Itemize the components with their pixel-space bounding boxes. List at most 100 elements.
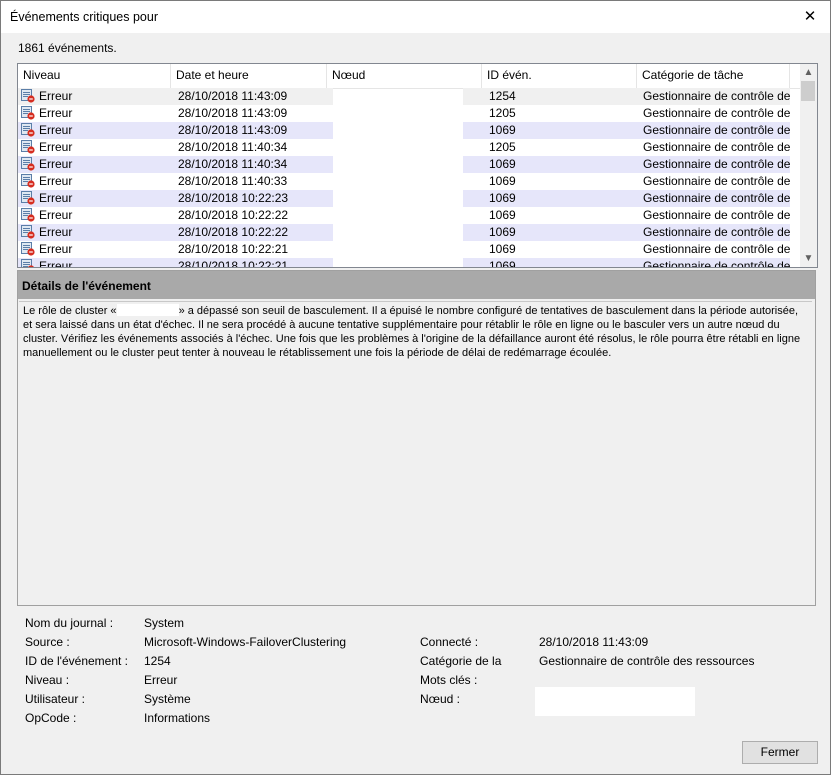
task-category-label: Catégorie de la	[420, 654, 502, 668]
cell-node	[328, 105, 483, 122]
cell-task-category: Gestionnaire de contrôle de...	[643, 157, 790, 171]
event-details-panel: Détails de l'événement Le rôle de cluste…	[17, 270, 816, 606]
logged-value: 28/10/2018 11:43:09	[539, 635, 649, 649]
details-text-before: Le rôle de cluster «	[23, 305, 117, 317]
scroll-down-arrow-icon[interactable]: ▼	[800, 250, 817, 267]
column-header-node[interactable]: Nœud	[327, 64, 482, 88]
table-row[interactable]: Erreur 28/10/2018 11:40:33 1069 Gestionnair…	[18, 173, 790, 190]
cell-task-category: Gestionnaire de contrôle de...	[643, 106, 790, 120]
scroll-up-arrow-icon[interactable]: ▲	[800, 64, 817, 81]
cell-task-category: Gestionnaire de contrôle de...	[643, 89, 790, 103]
scroll-thumb[interactable]	[801, 81, 815, 101]
column-header-event-id[interactable]: ID évén.	[482, 64, 637, 88]
log-name-value: System	[144, 616, 185, 630]
task-category-value: Gestionnaire de contrôle des ressources	[539, 654, 755, 668]
cell-node	[328, 190, 483, 207]
cell-event-id: 1069	[489, 208, 516, 222]
column-header-task-category[interactable]: Catégorie de tâche	[637, 64, 790, 88]
cell-level: Erreur	[39, 259, 73, 268]
cell-date: 28/10/2018 10:22:21	[178, 242, 289, 256]
cell-event-id: 1205	[489, 140, 516, 154]
table-row[interactable]: Erreur 28/10/2018 11:40:34 1069 Gestionnair…	[18, 156, 790, 173]
cell-task-category: Gestionnaire de contrôle de...	[643, 123, 790, 137]
details-title: Détails de l'événement	[18, 271, 815, 299]
cell-task-category: Gestionnaire de contrôle de...	[643, 208, 790, 222]
event-id-value: 1254	[144, 654, 171, 668]
table-row[interactable]: Erreur 28/10/2018 10:22:22 1069 Gestionnair…	[18, 224, 790, 241]
redacted-role-name	[116, 304, 179, 316]
redacted-node-value	[535, 687, 695, 716]
cell-event-id: 1069	[489, 174, 516, 188]
source-value: Microsoft-Windows-FailoverClustering	[144, 635, 347, 649]
user-value: Système	[144, 692, 191, 706]
table-row[interactable]: Erreur 28/10/2018 10:22:21 1069 Gestionnair…	[18, 241, 790, 258]
column-header-level[interactable]: Niveau	[18, 64, 171, 88]
cell-event-id: 1069	[489, 123, 516, 137]
grid-header: Niveau Date et heure Nœud ID évén. Catég…	[18, 64, 802, 89]
cell-date: 28/10/2018 11:40:34	[178, 157, 288, 171]
cell-date: 28/10/2018 11:40:34	[178, 140, 288, 154]
table-row[interactable]: Erreur 28/10/2018 10:22:23 1069 Gestionnair…	[18, 190, 790, 207]
cell-node	[328, 258, 483, 267]
cell-node	[328, 139, 483, 156]
table-row[interactable]: Erreur 28/10/2018 11:43:09 1254 Gestionnair…	[18, 88, 790, 105]
cell-level: Erreur	[39, 123, 73, 137]
cell-node	[328, 224, 483, 241]
opcode-value: Informations	[144, 711, 211, 725]
cell-level: Erreur	[39, 174, 73, 188]
cell-node	[328, 207, 483, 224]
cell-task-category: Gestionnaire de contrôle de...	[643, 225, 790, 239]
cell-task-category: Gestionnaire de contrôle de...	[643, 191, 790, 205]
title-bar: Événements critiques pour ✕	[1, 1, 830, 33]
table-row[interactable]: Erreur 28/10/2018 10:22:22 1069 Gestionnair…	[18, 207, 790, 224]
table-row[interactable]: Erreur 28/10/2018 11:43:09 1205 Gestionnair…	[18, 105, 790, 122]
window-title: Événements critiques pour	[10, 10, 158, 24]
grid-scrollbar[interactable]: ▲ ▼	[800, 64, 817, 267]
grid-rows: Erreur 28/10/2018 11:43:09 1254 Gestionnair…	[18, 88, 790, 268]
table-row[interactable]: Erreur 28/10/2018 11:40:34 1205 Gestionnair…	[18, 139, 790, 156]
cell-level: Erreur	[39, 89, 73, 103]
cell-event-id: 1069	[489, 242, 516, 256]
events-grid: Niveau Date et heure Nœud ID évén. Catég…	[17, 63, 818, 268]
cell-node	[328, 173, 483, 190]
cell-node	[328, 241, 483, 258]
table-row[interactable]: Erreur 28/10/2018 10:22:21 1069 Gestionnair…	[18, 258, 790, 268]
cell-level: Erreur	[39, 157, 73, 171]
log-name-label: Nom du journal :	[25, 616, 114, 630]
details-text[interactable]: Le rôle de cluster «» a dépassé son seui…	[19, 301, 812, 603]
keywords-label: Mots clés :	[420, 673, 478, 687]
cell-event-id: 1069	[489, 225, 516, 239]
source-label: Source :	[25, 635, 70, 649]
cell-task-category: Gestionnaire de contrôle de...	[643, 259, 790, 268]
event-id-label: ID de l'événement :	[25, 654, 129, 668]
cell-level: Erreur	[39, 106, 73, 120]
cell-event-id: 1069	[489, 157, 516, 171]
cell-date: 28/10/2018 11:43:09	[178, 89, 288, 103]
level-label: Niveau :	[25, 673, 70, 687]
cell-date: 28/10/2018 11:43:09	[178, 106, 288, 120]
cell-task-category: Gestionnaire de contrôle de...	[643, 174, 790, 188]
cell-level: Erreur	[39, 208, 73, 222]
column-header-date[interactable]: Date et heure	[171, 64, 327, 88]
opcode-label: OpCode :	[25, 711, 77, 725]
cell-level: Erreur	[39, 242, 73, 256]
event-count: 1861 événements.	[18, 41, 117, 55]
table-row[interactable]: Erreur 28/10/2018 11:43:09 1069 Gestionnair…	[18, 122, 790, 139]
cell-node	[328, 156, 483, 173]
cell-date: 28/10/2018 10:22:22	[178, 225, 289, 239]
close-window-button[interactable]: ✕	[790, 1, 830, 33]
node-label: Nœud :	[420, 692, 461, 706]
cell-date: 28/10/2018 11:40:33	[178, 174, 288, 188]
cell-date: 28/10/2018 11:43:09	[178, 123, 288, 137]
cell-date: 28/10/2018 10:22:21	[178, 259, 289, 268]
cell-event-id: 1069	[489, 191, 516, 205]
cell-event-id: 1254	[489, 89, 516, 103]
event-dialog: Événements critiques pour ✕ 1861 événeme…	[0, 0, 831, 775]
cell-level: Erreur	[39, 140, 73, 154]
cell-level: Erreur	[39, 225, 73, 239]
close-button[interactable]: Fermer	[742, 741, 818, 764]
cell-task-category: Gestionnaire de contrôle de...	[643, 242, 790, 256]
cell-date: 28/10/2018 10:22:23	[178, 191, 289, 205]
cell-event-id: 1205	[489, 106, 516, 120]
cell-task-category: Gestionnaire de contrôle de...	[643, 140, 790, 154]
